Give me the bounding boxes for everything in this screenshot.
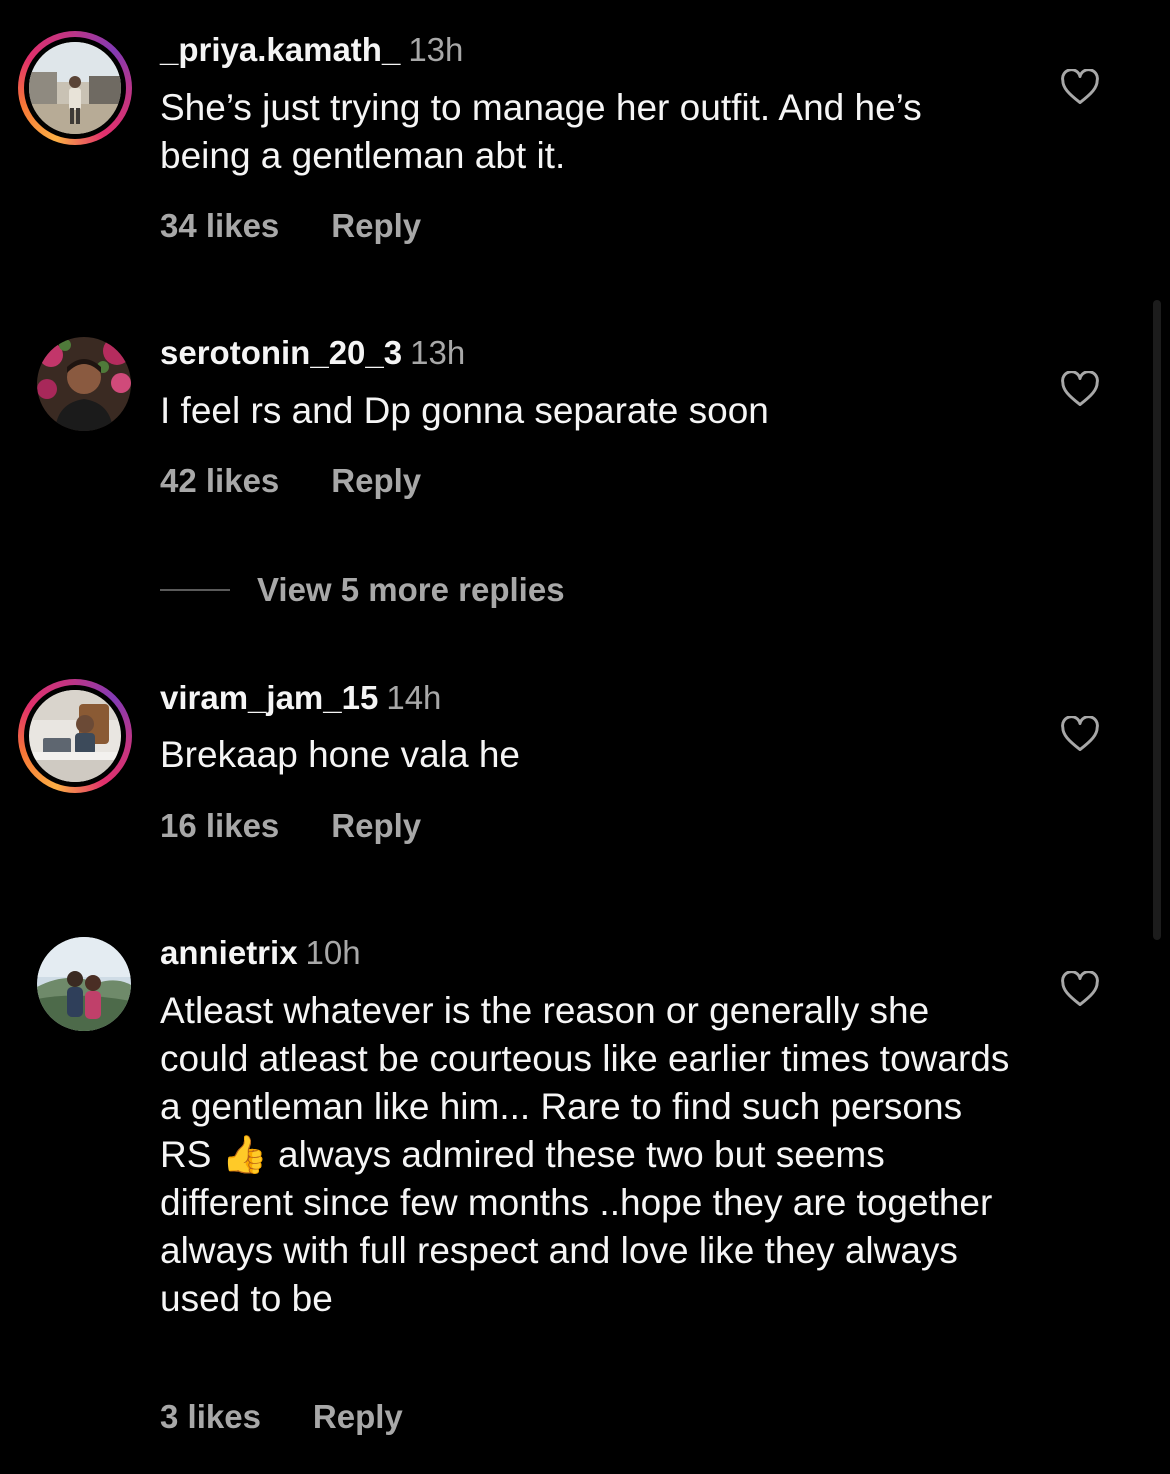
- thumbs-up-icon: 👍: [221, 1133, 268, 1176]
- username-link[interactable]: serotonin_20_3: [160, 334, 402, 371]
- avatar-container: [18, 318, 132, 432]
- comment-text: Brekaap hone vala he: [160, 734, 520, 775]
- comment-actions: 16 likes Reply: [160, 806, 421, 846]
- username-link[interactable]: _priya.kamath_: [160, 31, 400, 68]
- username-link[interactable]: viram_jam_15: [160, 679, 378, 716]
- avatar[interactable]: [29, 42, 121, 134]
- heart-icon[interactable]: [1060, 371, 1100, 407]
- heart-icon[interactable]: [1060, 716, 1100, 752]
- divider: [160, 589, 230, 591]
- comment-text: Atleast whatever is the reason or genera…: [160, 987, 1020, 1323]
- avatar[interactable]: [37, 337, 131, 431]
- comment-text-part: always admired these two but seems diffe…: [160, 1134, 993, 1319]
- comment-actions: 34 likes Reply: [160, 206, 421, 246]
- reply-button[interactable]: Reply: [313, 1398, 403, 1435]
- timestamp: 13h: [410, 334, 466, 371]
- avatar-photo-office: [29, 690, 121, 782]
- timestamp: 14h: [386, 679, 442, 716]
- likes-count[interactable]: 34 likes: [160, 207, 279, 244]
- avatar-photo-couple: [37, 937, 131, 1031]
- likes-count[interactable]: 3 likes: [160, 1398, 261, 1435]
- avatar[interactable]: [29, 690, 121, 782]
- story-ring[interactable]: [18, 31, 132, 145]
- comment-header: annietrix 10h: [160, 933, 361, 973]
- comment-text: She’s just trying to manage her outfit. …: [160, 87, 922, 176]
- avatar-container: [18, 918, 132, 1032]
- heart-icon[interactable]: [1060, 69, 1100, 105]
- timestamp: 10h: [305, 934, 361, 971]
- timestamp: 13h: [408, 31, 464, 68]
- likes-count[interactable]: 42 likes: [160, 462, 279, 499]
- avatar-photo-street: [29, 42, 121, 134]
- comment-actions: 42 likes Reply: [160, 461, 421, 501]
- reply-button[interactable]: Reply: [331, 207, 421, 244]
- comment-text: I feel rs and Dp gonna separate soon: [160, 390, 769, 431]
- scrollbar[interactable]: [1153, 300, 1161, 940]
- comment-actions: 3 likes Reply: [160, 1397, 403, 1437]
- avatar-photo-flowers: [37, 337, 131, 431]
- comment-header: _priya.kamath_ 13h: [160, 30, 463, 70]
- reply-button[interactable]: Reply: [331, 807, 421, 844]
- avatar[interactable]: [37, 937, 131, 1031]
- heart-icon[interactable]: [1060, 971, 1100, 1007]
- comment-header: serotonin_20_3 13h: [160, 333, 465, 373]
- view-more-replies-label[interactable]: View 5 more replies: [257, 570, 565, 610]
- username-link[interactable]: annietrix: [160, 934, 298, 971]
- reply-button[interactable]: Reply: [331, 462, 421, 499]
- likes-count[interactable]: 16 likes: [160, 807, 279, 844]
- comment-header: viram_jam_15 14h: [160, 678, 441, 718]
- story-ring[interactable]: [18, 679, 132, 793]
